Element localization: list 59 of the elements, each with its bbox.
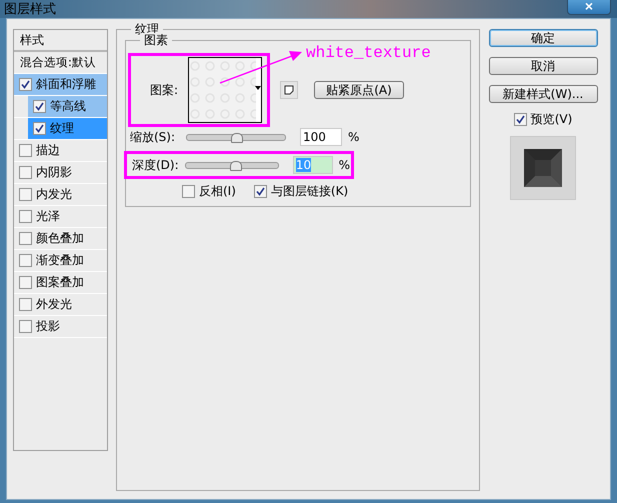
slider-label: 缩放(S):: [129, 128, 176, 146]
dropdown-arrow-icon[interactable]: [255, 86, 261, 90]
checkbox-option[interactable]: 与图层链接(K): [254, 183, 348, 200]
percent-label: %: [338, 158, 350, 172]
checkbox[interactable]: [19, 78, 32, 91]
value-field[interactable]: 100: [300, 128, 342, 146]
checkbox[interactable]: [19, 298, 32, 311]
style-item[interactable]: 投影: [14, 316, 107, 338]
style-item[interactable]: 图案叠加: [14, 272, 107, 294]
style-item[interactable]: 内阴影: [14, 162, 107, 184]
window-title: 图层样式: [4, 1, 56, 18]
checkbox[interactable]: [33, 100, 46, 113]
check-icon: [35, 102, 44, 111]
style-item[interactable]: 纹理: [28, 118, 107, 139]
checkbox[interactable]: [19, 254, 32, 267]
style-item[interactable]: 描边: [14, 140, 107, 162]
style-item[interactable]: 光泽: [14, 206, 107, 228]
slider-thumb[interactable]: [231, 132, 243, 142]
checkbox-option[interactable]: 反相(I): [182, 183, 236, 200]
annotation-label: white_texture: [306, 44, 431, 62]
checkbox[interactable]: [182, 185, 195, 198]
slider-label: 深度(D):: [131, 156, 179, 174]
check-icon: [21, 80, 30, 89]
slider-track[interactable]: [186, 134, 286, 140]
style-item[interactable]: 渐变叠加: [14, 250, 107, 272]
dialog-button[interactable]: 新建样式(W)...: [488, 85, 598, 103]
checkbox[interactable]: [19, 232, 32, 245]
check-icon: [516, 115, 525, 124]
checkbox[interactable]: [19, 210, 32, 223]
check-icon: [256, 187, 265, 196]
checkbox[interactable]: [19, 144, 32, 157]
dialog-button[interactable]: 取消: [488, 57, 598, 75]
checkbox[interactable]: [19, 320, 32, 333]
style-item[interactable]: 等高线: [28, 96, 107, 117]
style-item[interactable]: 外发光: [14, 294, 107, 316]
style-item[interactable]: 颜色叠加: [14, 228, 107, 250]
style-item[interactable]: 内发光: [14, 184, 107, 206]
checkbox[interactable]: [254, 185, 267, 198]
pattern-label: 图案:: [150, 82, 180, 98]
preview-option[interactable]: 预览(V): [514, 111, 572, 128]
checkbox[interactable]: [514, 113, 527, 126]
new-preset-icon[interactable]: [280, 81, 298, 99]
percent-label: %: [348, 130, 360, 144]
slider-thumb[interactable]: [230, 160, 242, 170]
check-icon: [35, 124, 44, 133]
pattern-picker[interactable]: [188, 57, 262, 123]
bevel-preview-icon: [524, 149, 562, 187]
style-item[interactable]: 斜面和浮雕: [14, 74, 107, 96]
dialog-button[interactable]: 确定: [488, 29, 598, 47]
group-title: 图素: [140, 33, 172, 47]
snap-to-origin-button[interactable]: 贴紧原点(A): [314, 81, 404, 99]
texture-swatch-icon: [189, 58, 256, 122]
close-button[interactable]: ×: [567, 0, 611, 15]
checkbox[interactable]: [33, 122, 46, 135]
checkbox[interactable]: [19, 166, 32, 179]
slider-track[interactable]: [184, 162, 279, 168]
checkbox[interactable]: [19, 188, 32, 201]
checkbox[interactable]: [19, 276, 32, 289]
list-header: 样式: [14, 30, 107, 52]
